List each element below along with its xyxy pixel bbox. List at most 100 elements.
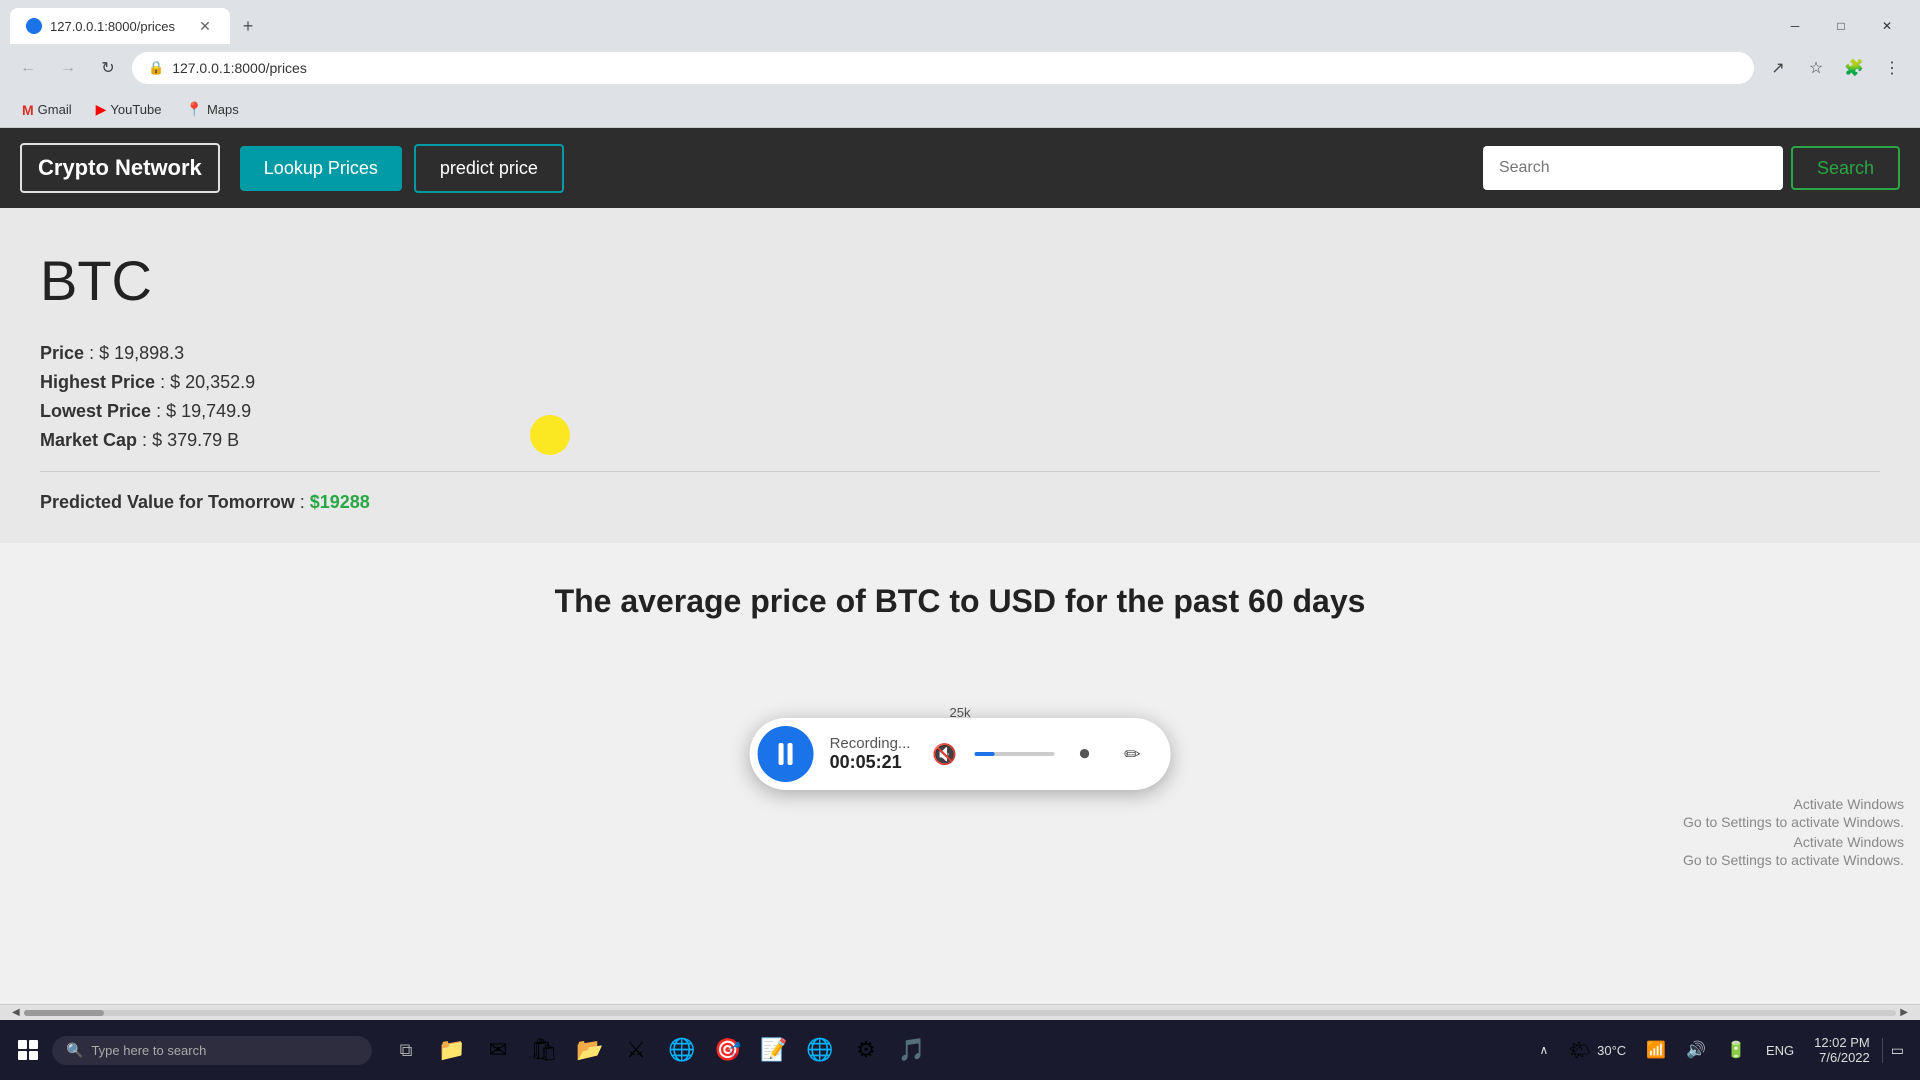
marketcap-label: Market Cap	[40, 430, 137, 450]
app2-icon: 🎯	[714, 1037, 741, 1063]
settings-icon: ⚙	[856, 1037, 876, 1063]
taskbar-app-files[interactable]: 📂	[568, 1028, 612, 1072]
lowest-price-row: Lowest Price : $ 19,749.9	[40, 401, 1880, 422]
music-icon: 🎵	[898, 1037, 925, 1063]
search-button[interactable]: Search	[1791, 146, 1900, 190]
marketcap-row: Market Cap : $ 379.79 B	[40, 430, 1880, 451]
taskbar-app-task-view[interactable]: ⧉	[384, 1028, 428, 1072]
share-button[interactable]: ↗	[1762, 52, 1794, 84]
maximize-button[interactable]: □	[1818, 10, 1864, 42]
close-window-button[interactable]: ✕	[1864, 10, 1910, 42]
bookmark-youtube[interactable]: ▶ YouTube	[86, 97, 172, 122]
navbar: Crypto Network Lookup Prices predict pri…	[0, 128, 1920, 208]
taskbar-app-edge[interactable]: 🌐	[660, 1028, 704, 1072]
tab-bar: 127.0.0.1:8000/prices ✕ + ─ □ ✕	[0, 0, 1920, 44]
refresh-button[interactable]: ↻	[92, 52, 124, 84]
volume-icon: 🔊	[1686, 1040, 1706, 1060]
activate-line2: Go to Settings to activate Windows.	[1683, 814, 1904, 830]
lowest-label: Lowest Price	[40, 401, 151, 421]
menu-button[interactable]: ⋮	[1876, 52, 1908, 84]
lookup-prices-link[interactable]: Lookup Prices	[240, 146, 402, 191]
volume-slider[interactable]	[974, 752, 1054, 756]
system-tray[interactable]: ∧	[1531, 1039, 1556, 1061]
battery-icon-btn[interactable]: 🔋	[1718, 1036, 1754, 1064]
desktop-icon: ▭	[1891, 1042, 1904, 1059]
datetime-widget[interactable]: 12:02 PM 7/6/2022	[1806, 1031, 1878, 1069]
minimize-button[interactable]: ─	[1772, 10, 1818, 42]
scroll-right-arrow[interactable]: ▶	[1896, 1007, 1912, 1018]
show-desktop-button[interactable]: ▭	[1882, 1038, 1912, 1063]
lang-indicator[interactable]: ENG	[1758, 1039, 1802, 1062]
clock-date: 7/6/2022	[1819, 1050, 1870, 1065]
predict-price-link[interactable]: predict price	[414, 144, 564, 193]
edit-button[interactable]: ✏	[1114, 736, 1150, 772]
mail-icon: ✉	[489, 1037, 507, 1063]
taskbar-right: ∧ 🌤 30°C 📶 🔊 🔋 ENG 12:02 PM 7/6/2022 ▭	[1531, 1031, 1912, 1069]
taskbar-app-game[interactable]: ⚔	[614, 1028, 658, 1072]
bookmarks-bar: M Gmail ▶ YouTube 📍 Maps	[0, 92, 1920, 128]
lang-text: ENG	[1766, 1043, 1794, 1058]
horizontal-scrollbar[interactable]: ◀ ▶	[0, 1004, 1920, 1020]
taskbar-app-explorer[interactable]: 📁	[430, 1028, 474, 1072]
highest-price-row: Highest Price : $ 20,352.9	[40, 372, 1880, 393]
recording-time: 00:05:21	[830, 752, 911, 773]
price-label: Price	[40, 343, 84, 363]
scroll-thumb[interactable]	[24, 1010, 104, 1016]
price-table: Price : $ 19,898.3 Highest Price : $ 20,…	[40, 343, 1880, 451]
lock-icon: 🔒	[148, 60, 164, 76]
up-arrow-icon: ∧	[1539, 1043, 1548, 1057]
taskbar-app-app2[interactable]: 🎯	[706, 1028, 750, 1072]
taskbar-app-word[interactable]: 📝	[752, 1028, 796, 1072]
predicted-label: Predicted Value for Tomorrow	[40, 492, 295, 512]
activate-line1-dup: Activate Windows	[1683, 834, 1904, 850]
toolbar-icons: ↗ ☆ 🧩 ⋮	[1762, 52, 1908, 84]
weather-widget[interactable]: 🌤 30°C	[1560, 1036, 1634, 1065]
recording-controls: 🔇 ⏺ ✏	[926, 736, 1150, 772]
start-button[interactable]	[8, 1030, 48, 1070]
gmail-label: Gmail	[38, 102, 72, 117]
mute-button[interactable]: 🔇	[926, 736, 962, 772]
tab-close-button[interactable]: ✕	[196, 17, 214, 35]
lowest-colon: :	[156, 401, 166, 421]
extensions-button[interactable]: 🧩	[1838, 52, 1870, 84]
search-input[interactable]	[1483, 146, 1783, 190]
back-button[interactable]: ←	[12, 52, 44, 84]
active-tab[interactable]: 127.0.0.1:8000/prices ✕	[10, 8, 230, 44]
activate-line1: Activate Windows	[1683, 796, 1904, 812]
recording-pause-button[interactable]	[758, 726, 814, 782]
bookmark-button[interactable]: ☆	[1800, 52, 1832, 84]
price-value: $ 19,898.3	[99, 343, 184, 363]
recording-status: Recording...	[830, 735, 911, 752]
bookmark-maps[interactable]: 📍 Maps	[176, 97, 249, 122]
taskbar-app-settings[interactable]: ⚙	[844, 1028, 888, 1072]
network-icon-btn[interactable]: 📶	[1638, 1036, 1674, 1064]
bookmark-gmail[interactable]: M Gmail	[12, 98, 82, 122]
page-content: Crypto Network Lookup Prices predict pri…	[0, 128, 1920, 720]
record-button[interactable]: ⏺	[1066, 736, 1102, 772]
chart-placeholder: 25k	[0, 640, 1920, 720]
taskbar-app-chrome[interactable]: 🌐	[798, 1028, 842, 1072]
taskbar-app-mail[interactable]: ✉	[476, 1028, 520, 1072]
search-icon: 🔍	[66, 1042, 83, 1059]
new-tab-button[interactable]: +	[234, 12, 262, 40]
highest-colon: :	[160, 372, 170, 392]
activate-line2-dup: Go to Settings to activate Windows.	[1683, 852, 1904, 868]
volume-icon-btn[interactable]: 🔊	[1678, 1036, 1714, 1064]
activate-windows-watermark: Activate Windows Go to Settings to activ…	[1667, 786, 1920, 880]
forward-button[interactable]: →	[52, 52, 84, 84]
taskbar-app-store[interactable]: 🛍	[522, 1028, 566, 1072]
brand-logo[interactable]: Crypto Network	[20, 143, 220, 193]
taskbar-app-music[interactable]: 🎵	[890, 1028, 934, 1072]
network-icon: 📶	[1646, 1040, 1666, 1060]
tab-favicon	[26, 18, 42, 34]
price-row: Price : $ 19,898.3	[40, 343, 1880, 364]
weather-icon: 🌤	[1568, 1040, 1591, 1061]
highest-value: $ 20,352.9	[170, 372, 255, 392]
explorer-icon: 📁	[438, 1037, 465, 1063]
scroll-track[interactable]	[24, 1010, 1897, 1016]
taskbar-search[interactable]: 🔍 Type here to search	[52, 1036, 372, 1065]
task-view-icon: ⧉	[400, 1040, 413, 1061]
address-bar[interactable]: 🔒 127.0.0.1:8000/prices	[132, 52, 1754, 84]
word-icon: 📝	[760, 1037, 787, 1063]
scroll-left-arrow[interactable]: ◀	[8, 1007, 24, 1018]
